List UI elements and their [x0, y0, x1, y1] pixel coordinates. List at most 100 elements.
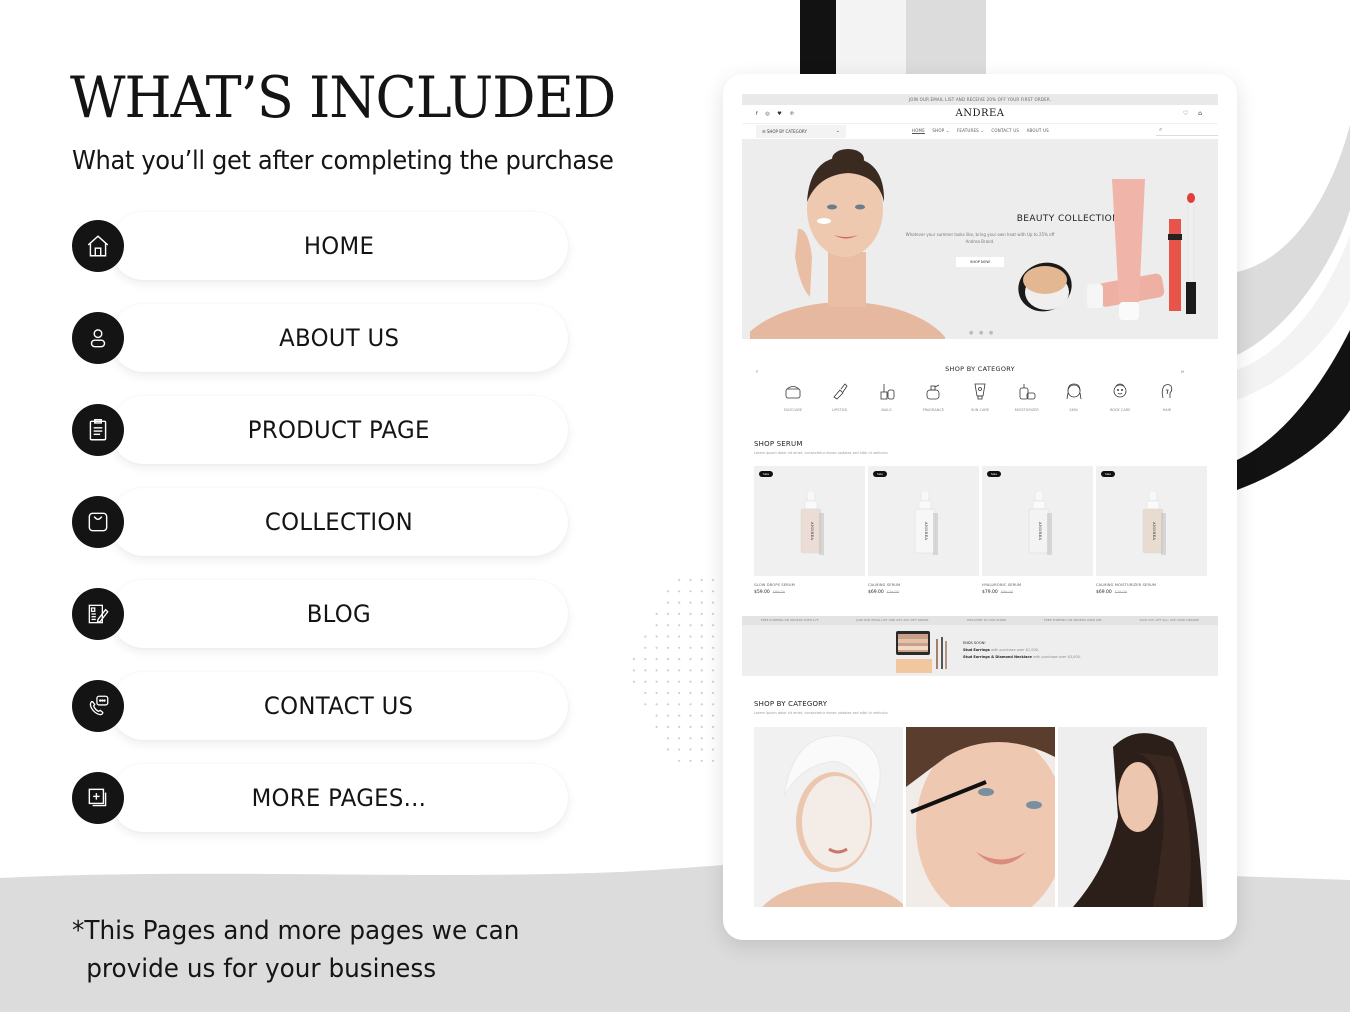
product-image[interactable]: Sale ANDREA: [754, 466, 865, 576]
current-price: $69.00: [1096, 590, 1112, 595]
category-icons-row: FACECARE LIPSTICK NAILS FRAGRANCE SUN CA…: [742, 381, 1188, 412]
offer-line1-rest: with purchase over $1,000.: [989, 648, 1040, 652]
page-item-collection[interactable]: COLLECTION: [72, 488, 572, 556]
pattern-dot: [689, 612, 692, 615]
page-item-contact-us[interactable]: CONTACT US: [72, 672, 572, 740]
pattern-dot: [712, 590, 715, 593]
category-label: FRAGRANCE: [922, 408, 944, 412]
pattern-dot: [655, 714, 658, 717]
pattern-dot: [655, 725, 658, 728]
page-item-product-page[interactable]: PRODUCT PAGE: [72, 396, 572, 464]
page-pill[interactable]: COLLECTION: [110, 488, 568, 556]
nav-link-features[interactable]: FEATURES ⌄: [957, 128, 984, 133]
wishlist-cart-icons[interactable]: ♡ ⌂: [1183, 110, 1206, 117]
search-input[interactable]: ⌕: [1156, 126, 1218, 136]
page-pill[interactable]: CONTACT US: [110, 672, 568, 740]
pattern-dot: [712, 725, 715, 728]
category-sun-care[interactable]: SUN CARE: [959, 381, 1001, 412]
product-image[interactable]: Sale ANDREA: [868, 466, 979, 576]
product-card[interactable]: Sale ANDREA GLOW DROPS SERUM $59.00 $69.00: [754, 466, 865, 595]
product-name[interactable]: CALMING MOISTURIZER SERUM: [1096, 583, 1207, 587]
page-pill[interactable]: BLOG: [110, 580, 568, 648]
nav-link-about[interactable]: ABOUT US: [1027, 128, 1049, 133]
category-fragrance[interactable]: FRAGRANCE: [912, 381, 954, 412]
category-nails[interactable]: NAILS: [866, 381, 908, 412]
page-item-home[interactable]: HOME: [72, 212, 572, 280]
pattern-dot: [666, 658, 669, 661]
sale-badge: Sale: [759, 471, 773, 477]
nav-link-home[interactable]: HOME: [912, 128, 925, 133]
pattern-dot: [700, 737, 703, 740]
slider-dots[interactable]: ● ● ●: [969, 330, 995, 336]
page-pill[interactable]: MORE PAGES...: [110, 764, 568, 832]
brand-logo[interactable]: ANDREA: [742, 108, 1218, 119]
sale-badge: Sale: [1101, 471, 1115, 477]
pattern-dot: [655, 703, 658, 706]
page-label: ABOUT US: [278, 324, 400, 352]
category-lipstick[interactable]: LIPSTICK: [819, 381, 861, 412]
pattern-dot: [666, 748, 669, 751]
product-card[interactable]: Sale ANDREA HYALURONIC SERUM $79.00 $89.00: [982, 466, 1093, 595]
hair-care-image[interactable]: [1058, 727, 1207, 907]
nav-link-contact[interactable]: CONTACT US: [991, 128, 1019, 133]
pattern-dot: [689, 759, 692, 762]
nav-link-shop[interactable]: SHOP ⌄: [932, 128, 949, 133]
pattern-dot: [689, 725, 692, 728]
nav-links: HOME SHOP ⌄ FEATURES ⌄ CONTACT US ABOUT …: [912, 128, 1055, 133]
hair-icon: [1161, 384, 1173, 399]
hero-products-image: [1018, 179, 1196, 320]
shop-now-button[interactable]: SHOP NOW: [956, 257, 1004, 267]
search-icon: ⌕: [1159, 126, 1163, 133]
pattern-dot: [689, 624, 692, 627]
product-image[interactable]: Sale ANDREA: [1096, 466, 1207, 576]
sale-badge: Sale: [987, 471, 1001, 477]
shop-by-category-dropdown[interactable]: ☰ SHOP BY CATEGORY ⌄: [756, 125, 846, 138]
page-item-about-us[interactable]: ABOUT US: [72, 304, 572, 372]
pattern-dot: [666, 624, 669, 627]
category-body-care[interactable]: BODY CARE: [1099, 381, 1141, 412]
product-image[interactable]: Sale ANDREA: [982, 466, 1093, 576]
face-mask-image[interactable]: [754, 727, 903, 907]
hero-banner: BEAUTY COLLECTION Whatever your summer l…: [742, 139, 1218, 339]
category-hair[interactable]: HAIR: [1146, 381, 1188, 412]
moisturizer-icon: [1019, 384, 1036, 400]
pattern-dot: [700, 725, 703, 728]
chevron-down-icon: ⌄: [835, 128, 840, 134]
product-name[interactable]: CALMING SERUM: [868, 583, 979, 587]
product-card[interactable]: Sale ANDREA CALMING MOISTURIZER SERUM $69.0…: [1096, 466, 1207, 595]
category-label: FACECARE: [783, 408, 803, 412]
pattern-dot: [678, 748, 681, 751]
pattern-dot: [644, 691, 647, 695]
category-facecare[interactable]: FACECARE: [772, 381, 814, 412]
lipstick-icon: [833, 383, 848, 400]
top-pale-stripe: [836, 0, 906, 76]
svg-text:ANDREA: ANDREA: [810, 521, 815, 541]
page-item-more-pages[interactable]: MORE PAGES...: [72, 764, 572, 832]
pattern-dot: [678, 646, 681, 649]
pattern-dot: [678, 578, 681, 582]
page-pill[interactable]: PRODUCT PAGE: [110, 396, 568, 464]
category-button-label: ☰ SHOP BY CATEGORY: [762, 129, 807, 134]
top-black-stripe: [800, 0, 836, 76]
category-edge-left: P: [756, 370, 758, 374]
nail-polish-icon: [880, 384, 894, 400]
product-name[interactable]: GLOW DROPS SERUM: [754, 583, 865, 587]
shopping-bag-icon: [72, 496, 124, 548]
product-name[interactable]: HYALURONIC SERUM: [982, 583, 1093, 587]
category-skin[interactable]: SKIN: [1053, 381, 1095, 412]
pattern-dot: [712, 624, 715, 627]
product-price: $79.00 $89.00: [982, 590, 1093, 595]
page-item-blog[interactable]: BLOG: [72, 580, 572, 648]
pattern-dot: [712, 714, 715, 717]
product-card[interactable]: Sale ANDREA CALMING SERUM $69.00 $79.00: [868, 466, 979, 595]
category-moisturizer[interactable]: MOISTURIZER: [1006, 381, 1048, 412]
product-price: $69.00 $79.00: [868, 590, 979, 595]
pattern-dot: [712, 612, 715, 615]
page-pill[interactable]: HOME: [110, 212, 568, 280]
pattern-dot: [666, 590, 669, 593]
pattern-dot: [689, 703, 692, 706]
user-icon: [72, 312, 124, 364]
mascara-image[interactable]: [906, 727, 1055, 907]
page-pill[interactable]: ABOUT US: [110, 304, 568, 372]
site-header: f ◎ ♥ ℗ ANDREA ♡ ⌂: [742, 105, 1218, 124]
